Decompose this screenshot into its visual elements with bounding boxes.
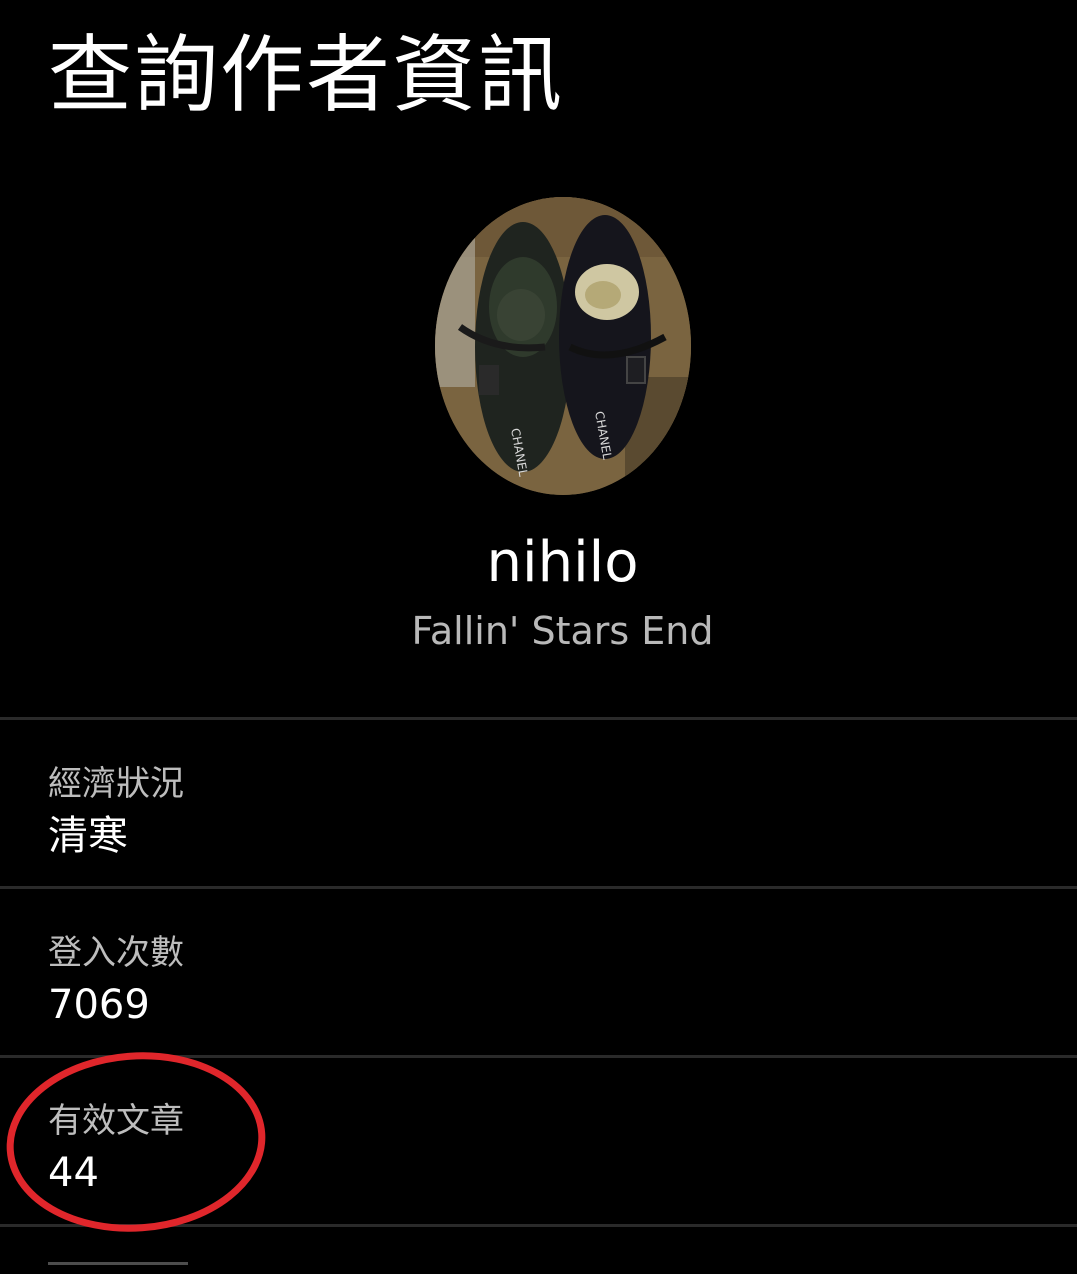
avatar[interactable]: CHANEL CHANEL xyxy=(435,197,691,495)
divider xyxy=(0,1055,1077,1058)
next-field-peek xyxy=(48,1262,188,1274)
field-label: 有效文章 xyxy=(48,1101,184,1141)
field-value: 清寒 xyxy=(48,813,128,859)
divider xyxy=(0,1224,1077,1227)
field-economy: 經濟狀況 清寒 xyxy=(48,762,1028,862)
field-value: 44 xyxy=(48,1150,99,1196)
sandals-photo-avatar: CHANEL CHANEL xyxy=(435,197,691,495)
divider xyxy=(0,886,1077,889)
field-valid-posts: 有效文章 44 xyxy=(48,1099,1028,1199)
divider xyxy=(0,717,1077,720)
field-login-count: 登入次數 7069 xyxy=(48,931,1028,1031)
nickname: Fallin' Stars End xyxy=(411,609,714,653)
username: nihilo xyxy=(486,530,639,595)
page-title: 查詢作者資訊 xyxy=(48,26,565,124)
field-label: 登入次數 xyxy=(48,933,184,973)
field-value: 7069 xyxy=(48,982,150,1028)
field-label: 經濟狀況 xyxy=(48,764,184,804)
